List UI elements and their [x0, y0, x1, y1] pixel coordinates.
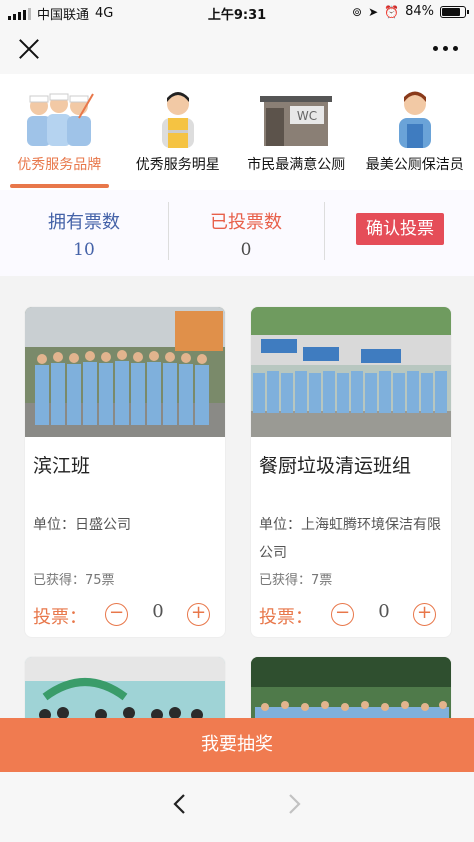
team-illustration — [27, 93, 95, 146]
more-options-icon[interactable] — [433, 46, 458, 51]
voted-count-label: 已投票数 — [210, 212, 282, 233]
candidate-photo — [251, 307, 451, 437]
battery-icon — [440, 5, 469, 18]
candidate-photo — [25, 657, 225, 718]
orientation-lock-icon: ⊚ — [352, 4, 363, 19]
tab-satisfied-toilet[interactable]: WC 市民最满意公厕 — [237, 74, 356, 190]
tab-label: 优秀服务明星 — [135, 157, 220, 173]
vote-control: 投票： − 0 + — [33, 601, 219, 629]
candidate-card: 餐厨垃圾清运班组 单位：上海虹腾环境保洁有限公司 已获得：7票 投票： − 0 … — [250, 306, 452, 638]
cleaner-illustration — [398, 91, 431, 148]
candidate-photo — [25, 307, 225, 437]
lottery-button[interactable]: 我要抽奖 — [0, 718, 474, 772]
status-bar: 中国联通 4G 上午9:31 ⊚ ➤ ⏰ 84% — [0, 0, 474, 24]
nav-bar — [0, 24, 474, 74]
voted-count-value: 0 — [240, 240, 252, 260]
toilet-building-illustration: WC — [260, 96, 333, 146]
owned-votes: 拥有票数 10 — [30, 208, 138, 260]
candidate-unit: 单位：上海虹腾环境保洁有限公司 — [259, 517, 441, 561]
tab-best-cleaner[interactable]: 最美公厕保洁员 — [356, 74, 474, 190]
tab-label: 最美公厕保洁员 — [365, 157, 464, 173]
candidate-card: 滨江班 单位：日盛公司 已获得：75票 投票： − 0 + — [24, 306, 226, 638]
forward-arrow-icon[interactable] — [282, 792, 306, 816]
vote-label: 投票： — [33, 607, 87, 628]
candidate-name: 滨江班 — [33, 455, 91, 477]
divider — [324, 202, 325, 260]
close-icon[interactable] — [16, 36, 42, 62]
tab-service-brand[interactable]: 优秀服务品牌 — [0, 74, 119, 190]
voted-count: 已投票数 0 — [196, 208, 296, 260]
candidate-card — [250, 656, 452, 718]
alarm-icon: ⏰ — [384, 4, 400, 19]
candidate-unit: 单位：日盛公司 — [33, 517, 131, 533]
tab-label: 市民最满意公厕 — [247, 157, 346, 173]
confirm-vote-button[interactable]: 确认投票 — [356, 213, 444, 245]
tab-label: 优秀服务品牌 — [17, 157, 102, 173]
worker-illustration — [161, 92, 194, 148]
decrease-vote-button[interactable]: − — [331, 603, 354, 626]
increase-vote-button[interactable]: + — [187, 603, 210, 626]
location-icon: ➤ — [368, 4, 379, 19]
back-arrow-icon[interactable] — [168, 792, 192, 816]
votes-received: 已获得：75票 — [33, 573, 115, 588]
owned-votes-label: 拥有票数 — [48, 212, 120, 233]
candidate-card — [24, 656, 226, 718]
candidate-name: 餐厨垃圾清运班组 — [259, 455, 412, 477]
vote-count: 0 — [378, 601, 390, 622]
owned-votes-value: 10 — [73, 240, 95, 260]
increase-vote-button[interactable]: + — [413, 603, 436, 626]
candidate-photo — [251, 657, 451, 718]
decrease-vote-button[interactable]: − — [105, 603, 128, 626]
tab-service-star[interactable]: 优秀服务明星 — [119, 74, 238, 190]
candidate-grid[interactable]: 滨江班 单位：日盛公司 已获得：75票 投票： − 0 + 餐厨垃圾清运班组 单… — [0, 286, 474, 718]
active-tab-underline — [10, 184, 109, 188]
toilet-sign: WC — [297, 109, 317, 123]
category-tabs: 优秀服务品牌 优秀服务明星 WC 市民最满意公厕 最美公厕保洁员 — [0, 74, 474, 190]
battery-percent: 84% — [405, 4, 434, 19]
votes-received: 已获得：7票 — [259, 573, 333, 588]
browser-toolbar — [0, 772, 474, 842]
vote-label: 投票： — [259, 607, 313, 628]
divider — [168, 202, 169, 260]
vote-count: 0 — [152, 601, 164, 622]
vote-control: 投票： − 0 + — [259, 601, 445, 629]
